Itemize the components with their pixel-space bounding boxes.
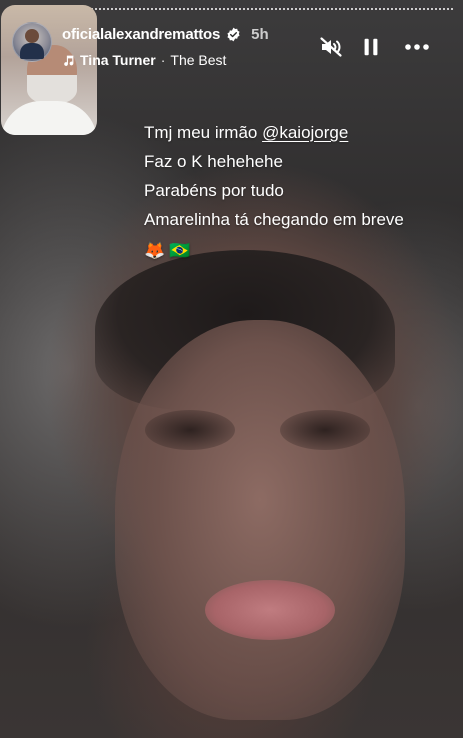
more-icon (405, 44, 429, 50)
caption-line-3: Parabéns por tudo (144, 181, 284, 200)
story-header: oficialalexandremattos 5h (62, 26, 269, 43)
face-region (115, 320, 405, 720)
music-artist: Tina Turner (80, 52, 156, 68)
music-title: The Best (170, 52, 227, 68)
caption-line-4: Amarelinha tá chegando em breve (144, 210, 404, 229)
reposted-story-thumbnail[interactable] (1, 5, 97, 135)
background-photo (95, 250, 395, 410)
left-eye-region (145, 410, 235, 450)
caption-emojis: 🦊 🇧🇷 (144, 236, 404, 265)
right-eye-region (280, 410, 370, 450)
lips-region (205, 580, 335, 640)
more-options-button[interactable] (402, 34, 432, 60)
pause-button[interactable] (358, 34, 384, 60)
verified-icon (227, 27, 240, 42)
story-viewer[interactable]: oficialalexandremattos 5h Tina Turner · … (0, 0, 463, 738)
caption-line-1: Tmj meu irmão @kaiojorge (144, 118, 404, 147)
mention-link[interactable]: @kaiojorge (262, 123, 348, 142)
brazil-flag-emoji: 🇧🇷 (169, 241, 191, 260)
music-attribution[interactable]: Tina Turner · The Best (62, 52, 226, 68)
time-ago: 5h (251, 26, 269, 43)
music-separator: · (160, 52, 166, 68)
username[interactable]: oficialalexandremattos (62, 26, 220, 43)
avatar-head (25, 29, 39, 43)
mute-button[interactable] (318, 34, 344, 60)
avatar[interactable] (12, 22, 52, 62)
fox-emoji: 🦊 (144, 241, 166, 260)
caption-line-1-text: Tmj meu irmão (144, 123, 263, 142)
music-note-icon (64, 55, 74, 66)
caption-line-2: Faz o K hehehehe (144, 152, 283, 171)
story-caption: Tmj meu irmão @kaiojorge Faz o K heheheh… (144, 118, 404, 265)
avatar-body (20, 43, 44, 59)
pause-icon (364, 38, 378, 56)
mute-icon (320, 37, 342, 57)
thumbnail-shirt (1, 101, 97, 135)
